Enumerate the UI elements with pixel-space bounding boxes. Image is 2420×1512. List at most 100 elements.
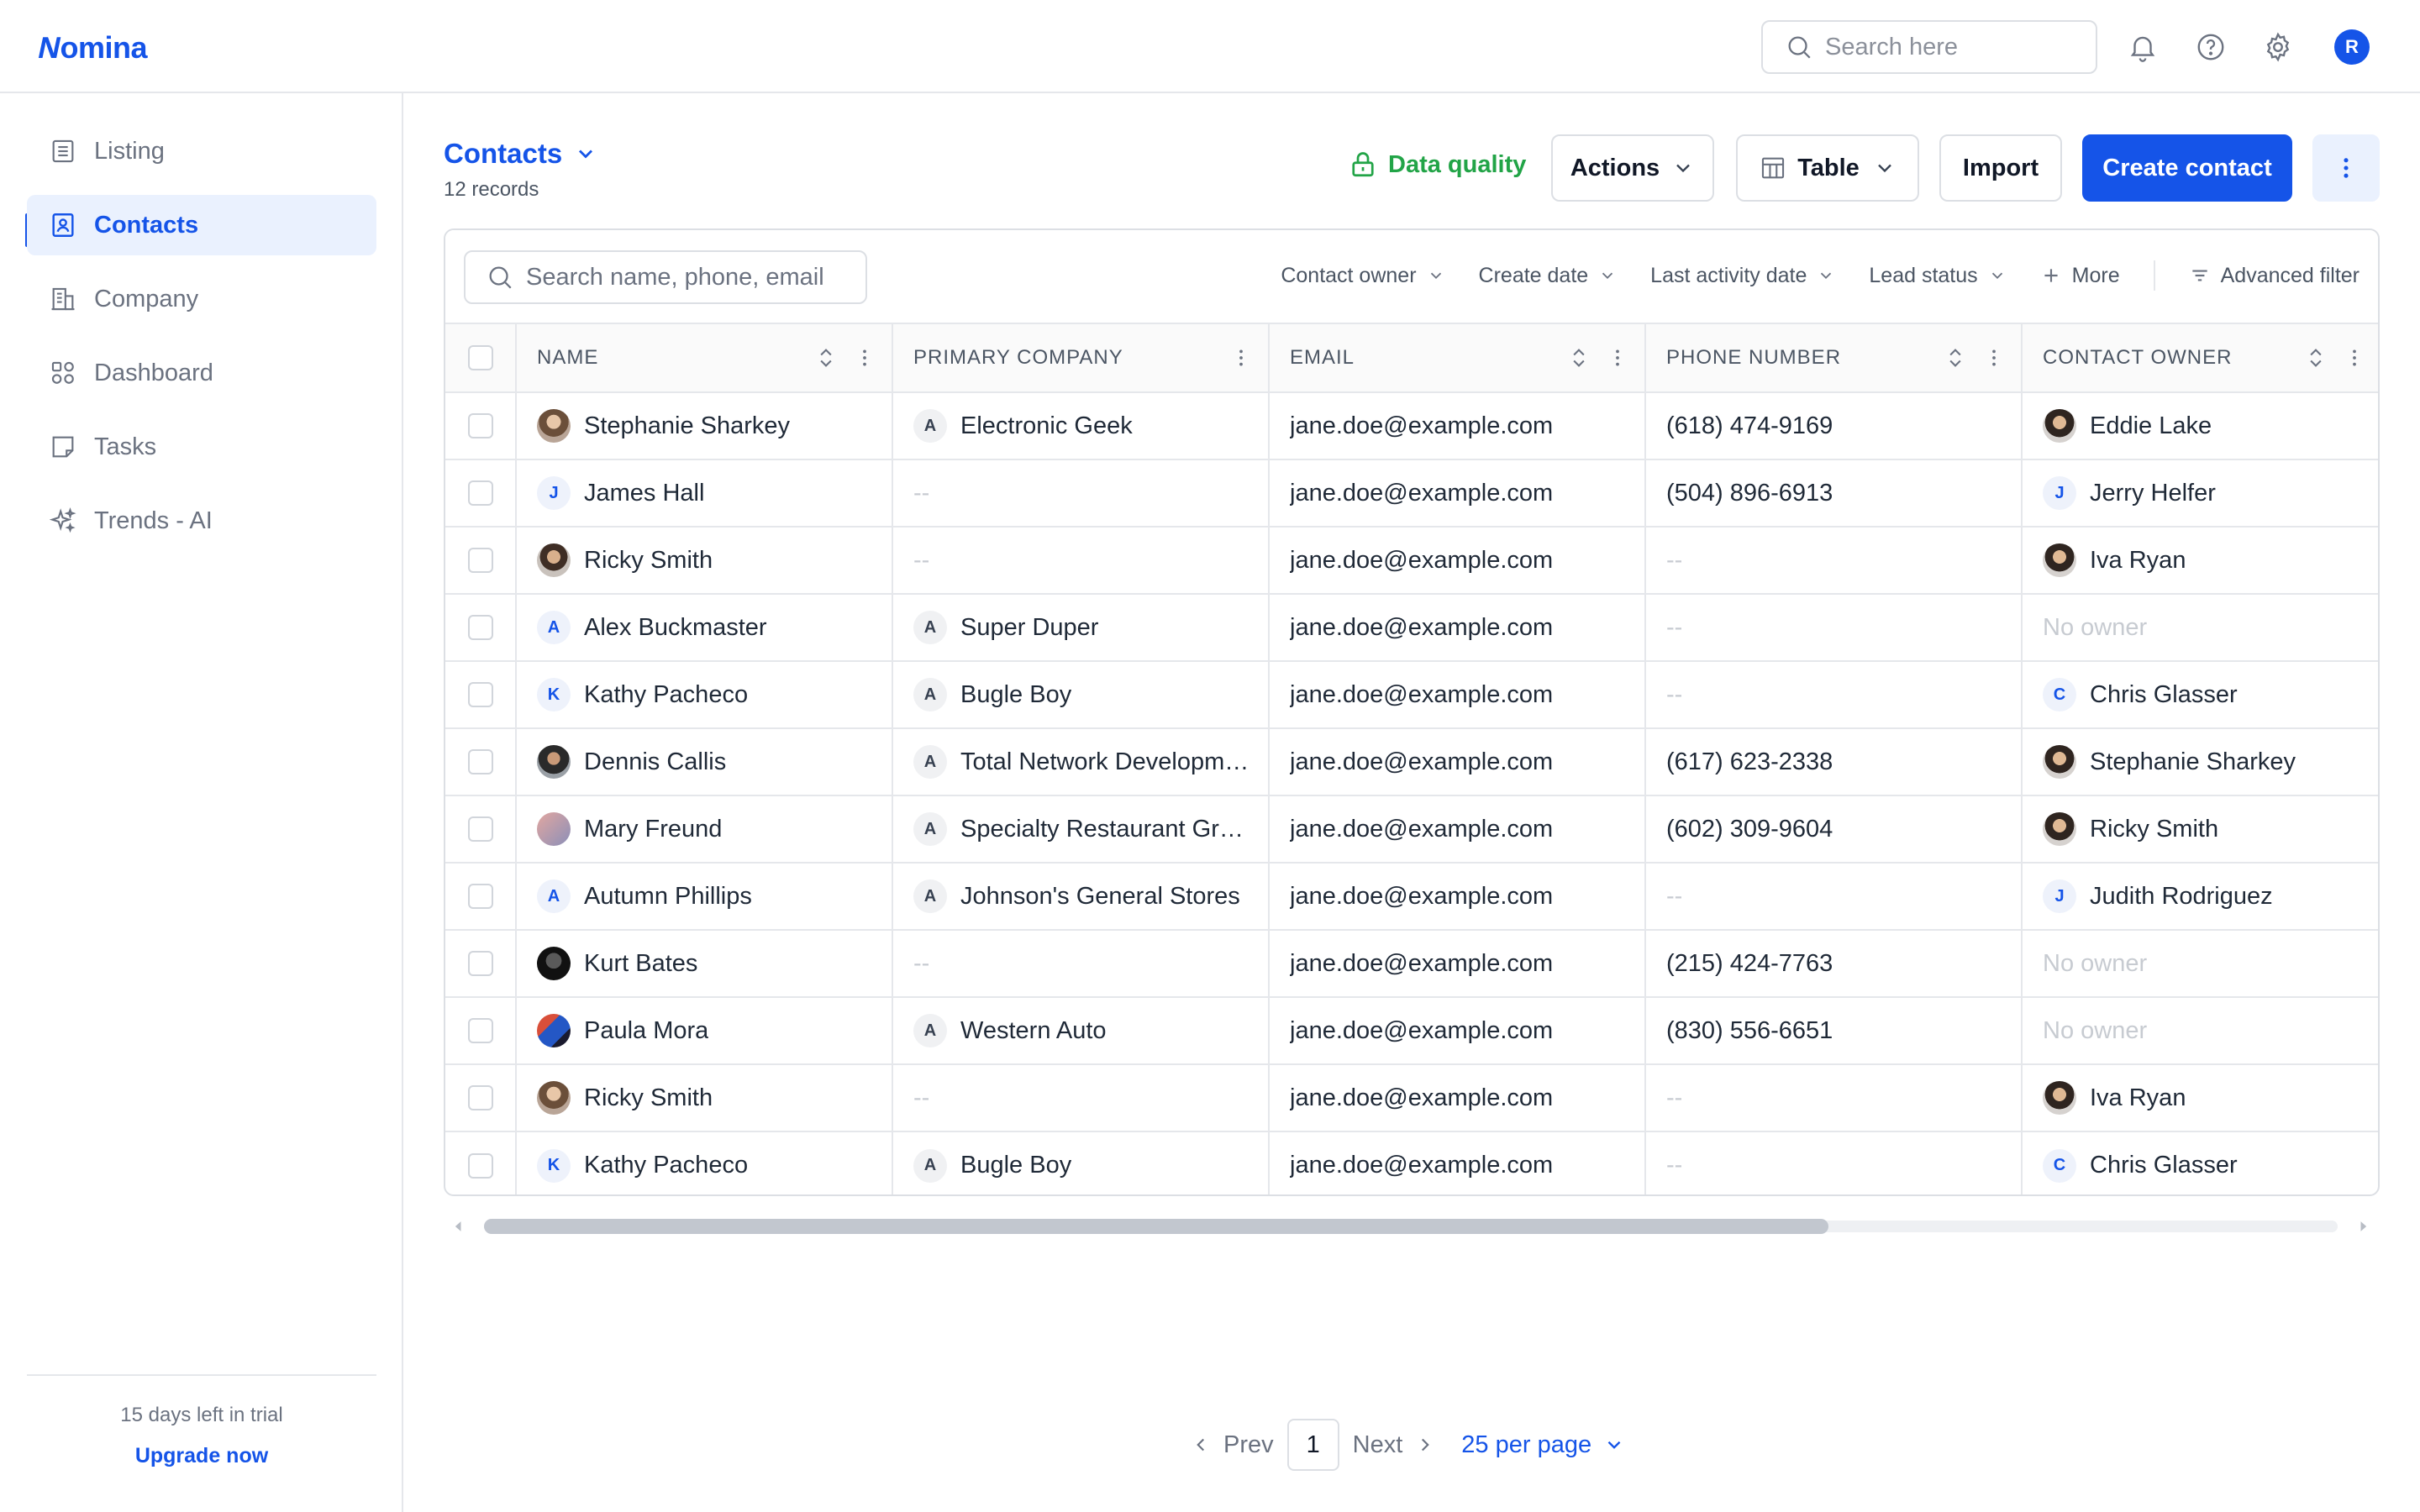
contact-name[interactable]: Paula Mora	[584, 1017, 708, 1045]
email-cell[interactable]: jane.doe@example.com	[1269, 795, 1646, 864]
contact-name[interactable]: Alex Buckmaster	[584, 614, 767, 642]
company-name[interactable]: Bugle Boy	[960, 1152, 1071, 1179]
scrollbar-thumb[interactable]	[484, 1219, 1828, 1234]
company-cell[interactable]: A Specialty Restaurant Group	[892, 795, 1270, 864]
next-page-button[interactable]: Next	[1353, 1431, 1403, 1459]
contact-name[interactable]: Dennis Callis	[584, 748, 726, 776]
global-search[interactable]	[1761, 20, 2097, 74]
table-row[interactable]: Ricky Smith -- jane.doe@example.com -- I…	[445, 1064, 2378, 1132]
sidebar-item-tasks[interactable]: Tasks	[27, 417, 376, 477]
email-cell[interactable]: jane.doe@example.com	[1269, 1131, 1646, 1194]
table-row[interactable]: Ricky Smith -- jane.doe@example.com -- I…	[445, 527, 2378, 595]
data-quality-button[interactable]: Data quality	[1348, 150, 1526, 180]
owner-cell[interactable]: No owner	[2022, 594, 2378, 662]
sidebar-item-dashboard[interactable]: Dashboard	[27, 343, 376, 403]
company-name[interactable]: Total Network Development	[960, 748, 1251, 776]
row-checkbox[interactable]	[467, 548, 493, 573]
phone-cell[interactable]: (504) 896-6913	[1645, 459, 2023, 528]
name-cell[interactable]: Ricky Smith	[516, 527, 893, 595]
company-cell[interactable]: A Total Network Development	[892, 728, 1270, 796]
email-cell[interactable]: jane.doe@example.com	[1269, 594, 1646, 662]
global-search-input[interactable]	[1825, 33, 2077, 61]
view-dropdown[interactable]: Table	[1736, 134, 1919, 202]
owner-cell[interactable]: Ricky Smith	[2022, 795, 2378, 864]
kebab-icon[interactable]	[1606, 346, 1629, 370]
upgrade-link[interactable]: Upgrade now	[0, 1444, 403, 1468]
email-cell[interactable]: jane.doe@example.com	[1269, 661, 1646, 729]
table-row[interactable]: Mary Freund A Specialty Restaurant Group …	[445, 795, 2378, 864]
owner-cell[interactable]: Iva Ryan	[2022, 1064, 2378, 1132]
contact-email[interactable]: jane.doe@example.com	[1290, 748, 1553, 776]
email-cell[interactable]: jane.doe@example.com	[1269, 930, 1646, 998]
owner-cell[interactable]: J Judith Rodriguez	[2022, 863, 2378, 931]
email-cell[interactable]: jane.doe@example.com	[1269, 392, 1646, 460]
contact-name[interactable]: Mary Freund	[584, 816, 722, 843]
column-header-company[interactable]: PRIMARY COMPANY	[892, 323, 1270, 393]
contact-name[interactable]: Ricky Smith	[584, 547, 713, 575]
company-cell[interactable]: A Western Auto	[892, 997, 1270, 1065]
name-cell[interactable]: J James Hall	[516, 459, 893, 528]
name-cell[interactable]: Kurt Bates	[516, 930, 893, 998]
table-row[interactable]: Kurt Bates -- jane.doe@example.com (215)…	[445, 930, 2378, 998]
filter-lead-status[interactable]: Lead status	[1869, 264, 2006, 288]
phone-cell[interactable]: --	[1645, 527, 2023, 595]
company-name[interactable]: Electronic Geek	[960, 412, 1133, 440]
sort-icon[interactable]	[1567, 346, 1591, 370]
filter-contact-owner[interactable]: Contact owner	[1281, 264, 1444, 288]
prev-page-button[interactable]: Prev	[1223, 1431, 1274, 1459]
name-cell[interactable]: K Kathy Pacheco	[516, 661, 893, 729]
help-button[interactable]	[2194, 30, 2228, 64]
kebab-icon[interactable]	[1229, 346, 1253, 370]
contact-name[interactable]: James Hall	[584, 480, 704, 507]
contact-email[interactable]: jane.doe@example.com	[1290, 681, 1553, 709]
company-cell[interactable]: A Johnson's General Stores	[892, 863, 1270, 931]
owner-cell[interactable]: No owner	[2022, 930, 2378, 998]
owner-cell[interactable]: No owner	[2022, 997, 2378, 1065]
row-checkbox[interactable]	[467, 682, 493, 707]
sidebar-item-company[interactable]: Company	[27, 269, 376, 329]
table-search[interactable]	[464, 250, 867, 304]
contact-email[interactable]: jane.doe@example.com	[1290, 412, 1553, 440]
owner-cell[interactable]: Eddie Lake	[2022, 392, 2378, 460]
table-row[interactable]: A Alex Buckmaster A Super Duper jane.doe@e…	[445, 594, 2378, 662]
owner-cell[interactable]: Iva Ryan	[2022, 527, 2378, 595]
contact-email[interactable]: jane.doe@example.com	[1290, 1084, 1553, 1112]
column-header-email[interactable]: EMAIL	[1269, 323, 1646, 393]
row-checkbox[interactable]	[467, 1085, 493, 1110]
chevron-right-icon[interactable]	[1414, 1434, 1436, 1456]
notifications-button[interactable]	[2126, 30, 2160, 64]
phone-cell[interactable]: (602) 309-9604	[1645, 795, 2023, 864]
contact-email[interactable]: jane.doe@example.com	[1290, 1152, 1553, 1179]
name-cell[interactable]: A Alex Buckmaster	[516, 594, 893, 662]
phone-cell[interactable]: --	[1645, 863, 2023, 931]
company-cell[interactable]: --	[892, 930, 1270, 998]
sort-icon[interactable]	[1944, 346, 1967, 370]
company-name[interactable]: Western Auto	[960, 1017, 1107, 1045]
email-cell[interactable]: jane.doe@example.com	[1269, 863, 1646, 931]
sort-icon[interactable]	[2304, 346, 2328, 370]
contact-name[interactable]: Ricky Smith	[584, 1084, 713, 1112]
chevron-left-icon[interactable]	[1190, 1434, 1212, 1456]
phone-cell[interactable]: --	[1645, 1064, 2023, 1132]
contact-name[interactable]: Kathy Pacheco	[584, 1152, 748, 1179]
kebab-icon[interactable]	[1982, 346, 2006, 370]
row-checkbox[interactable]	[467, 1018, 493, 1043]
company-cell[interactable]: A Super Duper	[892, 594, 1270, 662]
scroll-left-icon[interactable]	[450, 1218, 467, 1235]
row-checkbox[interactable]	[467, 1152, 493, 1179]
row-checkbox[interactable]	[467, 615, 493, 640]
phone-cell[interactable]: (215) 424-7763	[1645, 930, 2023, 998]
row-checkbox[interactable]	[467, 951, 493, 976]
contact-email[interactable]: jane.doe@example.com	[1290, 816, 1553, 843]
email-cell[interactable]: jane.doe@example.com	[1269, 1064, 1646, 1132]
owner-cell[interactable]: C Chris Glasser	[2022, 1131, 2378, 1194]
company-cell[interactable]: --	[892, 527, 1270, 595]
more-filters-button[interactable]: More	[2040, 264, 2120, 288]
contact-name[interactable]: Kathy Pacheco	[584, 681, 748, 709]
table-row[interactable]: Paula Mora A Western Auto jane.doe@exampl…	[445, 997, 2378, 1065]
company-cell[interactable]: --	[892, 459, 1270, 528]
row-checkbox[interactable]	[467, 749, 493, 774]
filter-last-activity-date[interactable]: Last activity date	[1650, 264, 1835, 288]
scroll-right-icon[interactable]	[2354, 1218, 2371, 1235]
name-cell[interactable]: K Kathy Pacheco	[516, 1131, 893, 1194]
